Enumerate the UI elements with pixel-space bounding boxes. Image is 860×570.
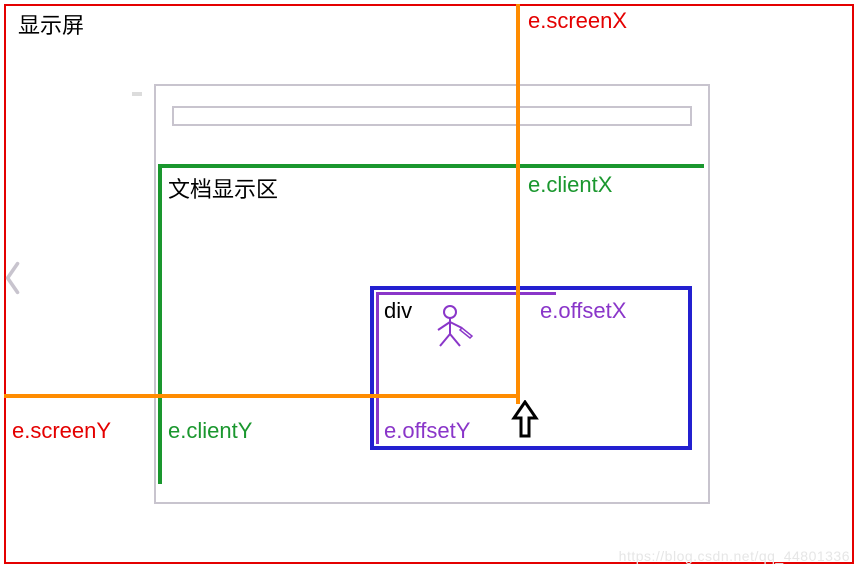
watermark: https://blog.csdn.net/qq_44801336 [619,548,850,564]
label-clientx: e.clientX [528,172,612,198]
label-offsetx: e.offsetX [540,298,626,324]
label-clienty: e.clientY [168,418,252,444]
label-screeny: e.screenY [12,418,111,444]
cursor-horizontal-line [4,394,516,398]
client-label: 文档显示区 [168,172,278,204]
label-screenx: e.screenX [528,8,627,34]
url-bar [172,106,692,126]
cursor-vertical-line [516,4,520,404]
label-offsety: e.offsetY [384,418,470,444]
decorative-mark [132,92,142,96]
div-label: div [384,298,412,324]
screen-label: 显示屏 [18,8,84,40]
back-chevron-icon [4,258,22,307]
user-icon [430,302,480,352]
